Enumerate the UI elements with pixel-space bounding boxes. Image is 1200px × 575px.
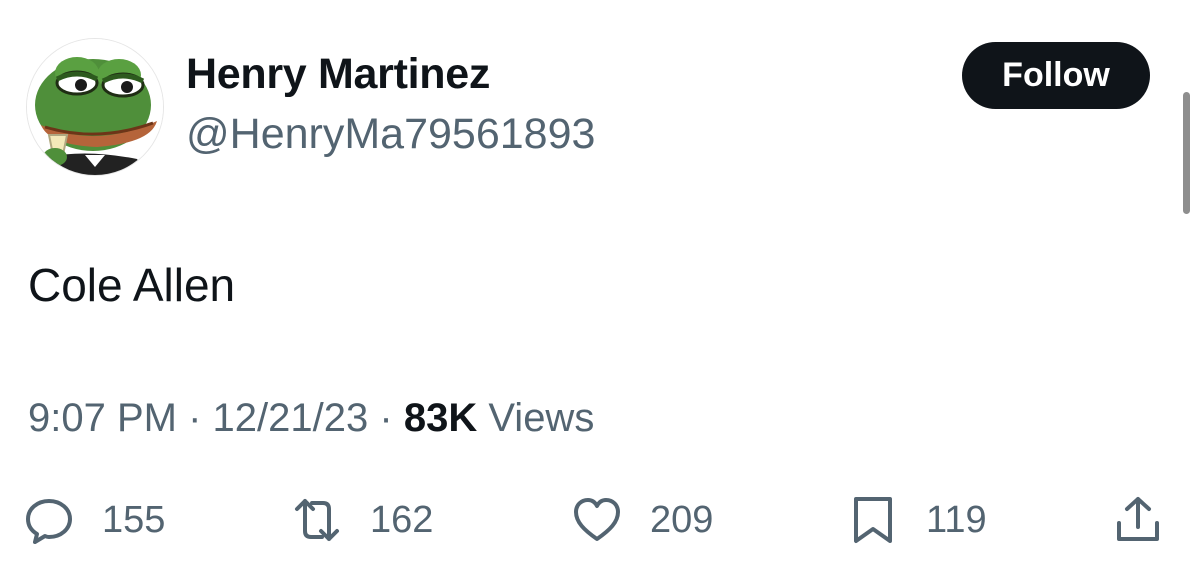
retweet-count: 162 <box>370 498 434 541</box>
follow-button[interactable]: Follow <box>962 42 1150 109</box>
avatar[interactable] <box>26 38 164 176</box>
author-display-name[interactable]: Henry Martinez <box>186 50 490 99</box>
share-button[interactable] <box>1113 492 1163 548</box>
like-count: 209 <box>650 498 714 541</box>
scrollbar[interactable] <box>1183 92 1190 214</box>
author-handle[interactable]: @HenryMa79561893 <box>186 110 595 159</box>
tweet-date[interactable]: 12/21/23 <box>213 396 369 440</box>
reply-count: 155 <box>102 498 166 541</box>
views-label: Views <box>488 396 595 440</box>
tweet-text: Cole Allen <box>28 259 236 311</box>
heart-icon <box>574 498 620 541</box>
tweet-time[interactable]: 9:07 PM <box>28 396 177 440</box>
reply-button[interactable]: 155 <box>24 492 165 548</box>
tweet-meta: 9:07 PM · 12/21/23 · 83K Views <box>28 396 594 441</box>
frog-avatar-image <box>27 39 163 175</box>
meta-separator: · <box>379 396 393 440</box>
views-count: 83K <box>403 396 478 440</box>
bookmark-icon <box>854 497 892 543</box>
retweet-icon <box>295 499 339 541</box>
share-icon <box>1117 497 1159 541</box>
reply-icon <box>26 499 72 544</box>
like-button[interactable]: 209 <box>572 492 713 548</box>
bookmark-button[interactable]: 119 <box>848 492 987 548</box>
bookmark-count: 119 <box>926 498 987 541</box>
meta-separator: · <box>188 396 202 440</box>
retweet-button[interactable]: 162 <box>292 492 433 548</box>
